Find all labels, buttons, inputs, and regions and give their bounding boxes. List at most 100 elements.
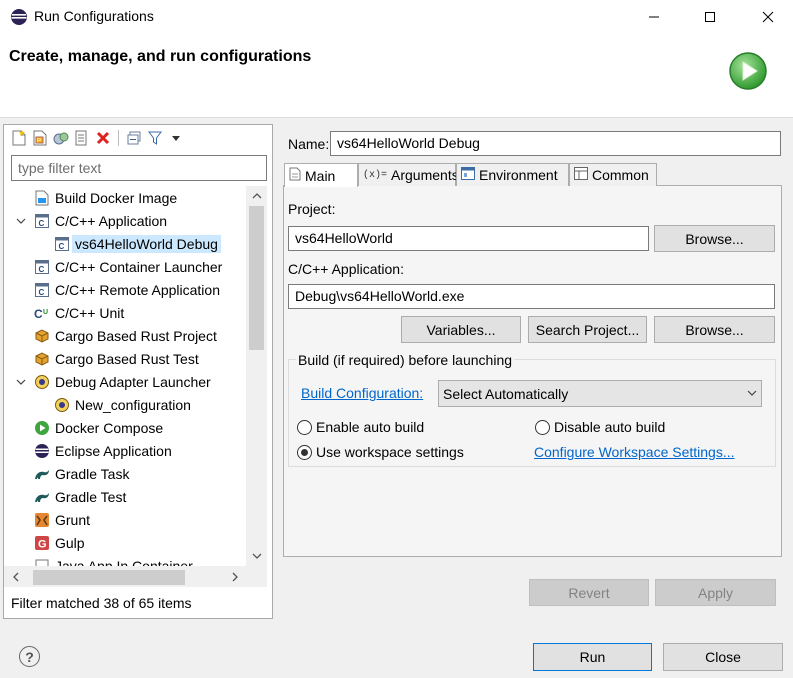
tree-item-label: C/C++ Unit <box>55 304 125 321</box>
tab-common-label: Common <box>592 167 649 183</box>
c-unit-icon: CU <box>34 305 50 321</box>
use-workspace-settings-radio[interactable] <box>297 445 312 460</box>
tree-item-label: C/C++ Remote Application <box>55 281 220 298</box>
tree-item[interactable]: Cargo Based Rust Project <box>4 324 246 347</box>
tree-item[interactable]: Gradle Test <box>4 485 246 508</box>
enable-auto-build-label: Enable auto build <box>316 419 425 435</box>
search-project-button[interactable]: Search Project... <box>528 316 647 343</box>
duplicate-icon[interactable] <box>52 129 70 147</box>
expand-toggle-icon[interactable] <box>14 214 28 228</box>
gradle-icon <box>34 489 50 505</box>
enable-auto-build-radio[interactable] <box>297 420 312 435</box>
build-configuration-select[interactable]: Select Automatically <box>438 380 762 407</box>
new-config-icon[interactable] <box>10 129 28 147</box>
tree-item-label: Grunt <box>55 511 91 528</box>
tab-common[interactable]: Common <box>569 163 657 186</box>
tree-item[interactable]: Eclipse Application <box>4 439 246 462</box>
svg-text:U: U <box>43 309 48 316</box>
tree-item-label: Cargo Based Rust Test <box>55 350 199 367</box>
application-label: C/C++ Application: <box>288 261 404 277</box>
close-window-button[interactable] <box>745 0 791 34</box>
apply-button[interactable]: Apply <box>655 579 776 606</box>
filter-icon[interactable] <box>146 129 164 147</box>
tree-item-label: Eclipse Application <box>55 442 172 459</box>
vertical-scroll-thumb[interactable] <box>249 206 264 350</box>
tab-main-label: Main <box>305 167 336 184</box>
tree-item[interactable]: C C/C++ Application <box>4 209 246 232</box>
application-input[interactable]: Debug\vs64HelloWorld.exe <box>288 284 775 309</box>
gradle-icon <box>34 466 50 482</box>
config-tree: Build Docker Image C C/C++ Application Cvs6… <box>4 186 246 566</box>
scroll-down-icon[interactable] <box>250 550 263 562</box>
tree-item[interactable]: C C/C++ Remote Application <box>4 278 246 301</box>
maximize-button[interactable] <box>687 0 733 34</box>
scroll-left-icon[interactable] <box>10 570 22 583</box>
name-input[interactable]: vs64HelloWorld Debug <box>330 131 781 156</box>
tree-item-label: Java App In Container <box>55 557 193 567</box>
project-label: Project: <box>288 201 336 217</box>
use-workspace-settings-label: Use workspace settings <box>316 444 464 460</box>
tree-item[interactable]: Cvs64HelloWorld Debug <box>4 232 246 255</box>
tree-item[interactable]: Cargo Based Rust Test <box>4 347 246 370</box>
tree-item[interactable]: Build Docker Image <box>4 186 246 209</box>
browse-project-button[interactable]: Browse... <box>654 225 775 252</box>
tree-item-label: Debug Adapter Launcher <box>55 373 211 390</box>
eclipse-app-icon <box>10 8 28 26</box>
filter-input[interactable] <box>11 155 267 181</box>
scroll-right-icon[interactable] <box>229 570 241 583</box>
tab-arguments[interactable]: (x)= Arguments <box>358 163 459 186</box>
tree-item-label: Cargo Based Rust Project <box>55 327 217 344</box>
variables-button[interactable]: Variables... <box>401 316 521 343</box>
disable-auto-build-radio[interactable] <box>535 420 550 435</box>
configure-workspace-settings-link[interactable]: Configure Workspace Settings... <box>534 444 735 460</box>
c-app-icon: C <box>34 213 50 229</box>
tab-environment[interactable]: Environment <box>456 163 569 186</box>
tree-item[interactable]: Gradle Task <box>4 462 246 485</box>
config-list-toolbar: P <box>4 126 272 150</box>
horizontal-scroll-thumb[interactable] <box>33 570 185 585</box>
tree-item-label: C/C++ Container Launcher <box>55 258 223 275</box>
tree-item[interactable]: New_configuration <box>4 393 246 416</box>
tree-item-label: New_configuration <box>75 396 191 413</box>
svg-text:G: G <box>38 538 47 550</box>
tree-item[interactable]: Java App In Container <box>4 554 246 566</box>
tree-item[interactable]: C C/C++ Container Launcher <box>4 255 246 278</box>
tree-item-label: vs64HelloWorld Debug <box>72 234 221 253</box>
expand-toggle-icon[interactable] <box>14 375 28 389</box>
scroll-corner <box>246 566 267 587</box>
revert-button[interactable]: Revert <box>529 579 649 606</box>
gulp-icon: G <box>34 535 50 551</box>
delete-icon[interactable] <box>94 129 112 147</box>
run-icon <box>728 51 768 91</box>
minimize-button[interactable] <box>631 0 677 34</box>
collapse-all-icon[interactable] <box>125 129 143 147</box>
new-prototype-icon[interactable]: P <box>31 129 49 147</box>
browse-application-button[interactable]: Browse... <box>654 316 775 343</box>
tab-main[interactable]: Main <box>284 163 358 187</box>
java-container-icon <box>34 558 50 566</box>
close-button[interactable]: Close <box>663 643 783 671</box>
project-input[interactable]: vs64HelloWorld <box>288 226 649 251</box>
tree-item[interactable]: Grunt <box>4 508 246 531</box>
export-icon[interactable] <box>73 129 91 147</box>
environment-tab-icon <box>461 167 475 183</box>
build-configuration-link[interactable]: Build Configuration: <box>301 385 423 401</box>
tree-item[interactable]: Docker Compose <box>4 416 246 439</box>
tree-item[interactable]: Debug Adapter Launcher <box>4 370 246 393</box>
chevron-down-icon <box>744 384 760 402</box>
build-configuration-value: Select Automatically <box>443 385 569 402</box>
docker-compose-icon <box>34 420 50 436</box>
run-button[interactable]: Run <box>533 643 652 671</box>
view-menu-icon[interactable] <box>167 129 185 147</box>
help-icon[interactable]: ? <box>19 646 40 667</box>
scroll-up-icon[interactable] <box>250 190 263 202</box>
tree-item[interactable]: C U C/C++ Unit <box>4 301 246 324</box>
tree-item[interactable]: G Gulp <box>4 531 246 554</box>
